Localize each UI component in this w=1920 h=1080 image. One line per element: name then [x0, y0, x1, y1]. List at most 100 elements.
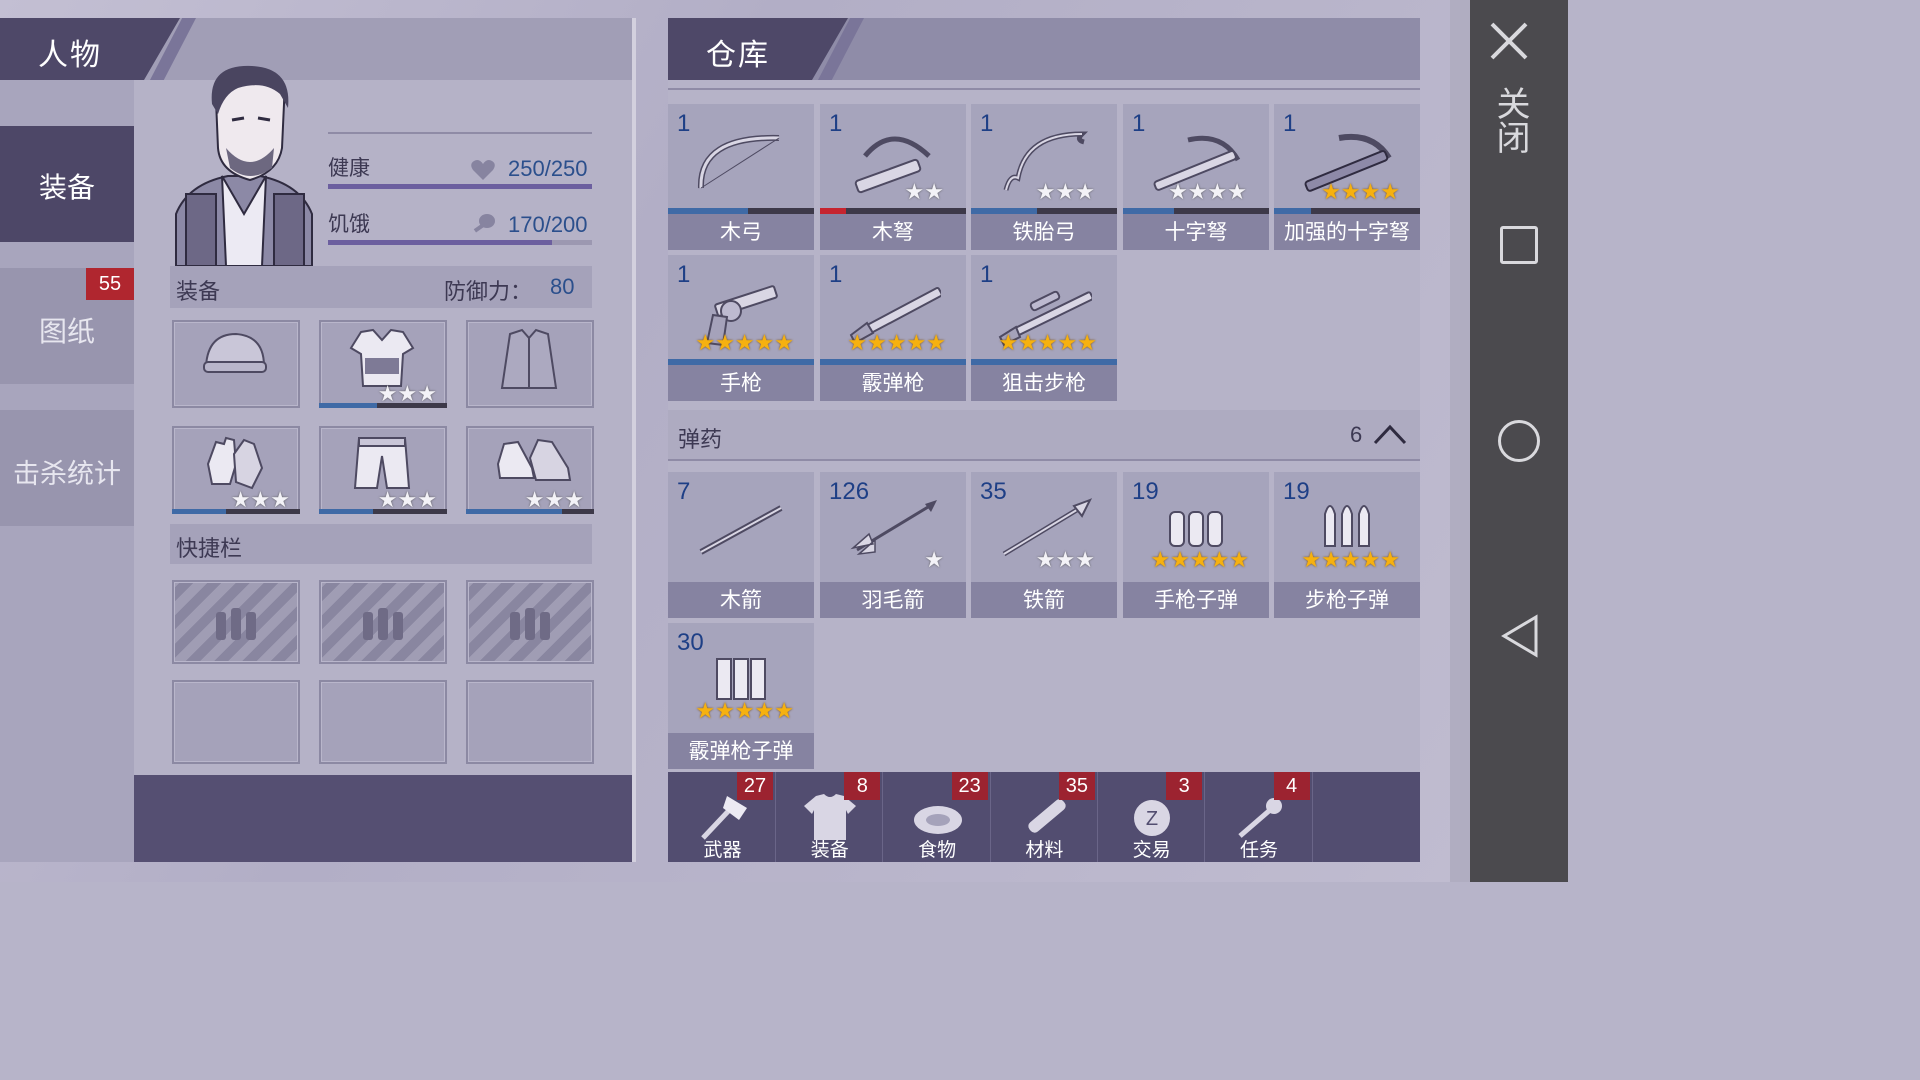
storage_panel.weapons-item[interactable]: 1 ★ ★ 木弩 [820, 104, 966, 250]
star-icon: ★ [1075, 180, 1095, 205]
star-icon: ★ [754, 699, 775, 724]
stats-divider [328, 132, 592, 134]
star-rating: ★ ★ ★ ★ ★ [847, 333, 946, 355]
category-badge: 27 [737, 772, 773, 800]
character-portrait [168, 64, 320, 267]
equipment-slot[interactable] [172, 320, 300, 408]
category-label: 装备 [810, 839, 849, 861]
quickbar-slot[interactable] [466, 680, 594, 764]
star-icon: ★ [1321, 548, 1341, 573]
ammo-header[interactable] [668, 410, 1420, 460]
star-icon: ★ [695, 331, 716, 356]
storage_panel.ammo-item[interactable]: 30 ★ ★ ★ ★ ★ 霰弹枪子弹 [668, 623, 814, 769]
storage_panel.weapons-item[interactable]: 1 木弓 [668, 104, 814, 250]
star-icon: ★ [1380, 548, 1400, 573]
side-tab-kill-stats[interactable]: 击杀统计 [0, 410, 134, 526]
category-tab[interactable]: 35 材料 [991, 772, 1098, 862]
storage-divider [668, 88, 1420, 90]
jacket-icon [494, 328, 564, 398]
home-icon[interactable] [1498, 420, 1540, 462]
storage_panel.weapons-item[interactable]: 1 ★ ★ ★ ★ ★ 狙击步枪 [971, 255, 1117, 401]
star-icon: ★ [926, 331, 946, 356]
star-icon: ★ [1035, 548, 1056, 573]
heart-icon [470, 158, 496, 182]
star-icon: ★ [1301, 548, 1322, 573]
recent-apps-icon[interactable] [1500, 226, 1538, 264]
category-tab[interactable]: 23 食物 [884, 772, 991, 862]
star-icon: ★ [1035, 180, 1056, 205]
star-icon: ★ [1189, 548, 1210, 573]
durability-bar-fill [466, 509, 562, 514]
storage_panel.weapons-item[interactable]: 1 ★ ★ ★ 铁胎弓 [971, 104, 1117, 250]
equipment-slot[interactable]: ★ ★ ★ [319, 320, 447, 408]
star-icon: ★ [1229, 548, 1249, 573]
equipment-slot[interactable]: ★ ★ ★ [319, 426, 447, 514]
storage_panel.ammo-item[interactable]: 19 ★ ★ ★ ★ ★ 步枪子弹 [1274, 472, 1420, 618]
star-rating: ★ ★ ★ ★ [1321, 182, 1400, 204]
storage_panel.weapons-item[interactable]: 1 ★ ★ ★ ★ 十字弩 [1123, 104, 1269, 250]
item-count: 1 [980, 110, 994, 137]
star-icon: ★ [1077, 331, 1097, 356]
chevron-up-icon[interactable] [1372, 422, 1408, 446]
character-title: 人物 [38, 38, 102, 73]
defense-label: 防御力： [444, 280, 533, 305]
storage_panel.ammo-item[interactable]: 126 ★ 羽毛箭 [820, 472, 966, 618]
category-tab[interactable]: 27 武器 [670, 772, 776, 862]
item-name: 羽毛箭 [820, 582, 966, 618]
category-tab[interactable]: 8 装备 [777, 772, 884, 862]
equipment-slot[interactable]: ★ ★ ★ [172, 426, 300, 514]
star-icon: ★ [924, 548, 944, 573]
category-label: 食物 [918, 839, 957, 861]
star-icon: ★ [1207, 180, 1228, 205]
star-icon: ★ [1227, 180, 1247, 205]
blueprints-badge: 55 [86, 268, 134, 300]
close-icon[interactable] [1488, 20, 1530, 62]
equipment-slot[interactable]: ★ ★ ★ [466, 426, 594, 514]
star-icon: ★ [754, 331, 775, 356]
close-label[interactable]: 关闭 [1490, 86, 1530, 154]
ammo-header-label: 弹药 [678, 428, 723, 453]
storage_panel.ammo-item[interactable]: 19 ★ ★ ★ ★ ★ 手枪子弹 [1123, 472, 1269, 618]
star-icon: ★ [1360, 548, 1381, 573]
star-icon: ★ [924, 180, 944, 205]
storage_panel.weapons-item[interactable]: 1 ★ ★ ★ ★ ★ 霰弹枪 [820, 255, 966, 401]
star-icon: ★ [1075, 548, 1095, 573]
category-label: 材料 [1025, 839, 1064, 861]
item-count: 1 [677, 261, 691, 288]
side-tab-equipment[interactable]: 装备 [0, 126, 134, 242]
item-name: 木弓 [668, 214, 814, 250]
quickbar-slot[interactable] [319, 680, 447, 764]
star-icon: ★ [1150, 548, 1171, 573]
item-name: 木箭 [668, 582, 814, 618]
quickbar-slot[interactable] [172, 680, 300, 764]
svg-text:Z: Z [1146, 808, 1158, 830]
star-icon: ★ [1380, 180, 1400, 205]
category-tab[interactable]: Z 3 交易 [1099, 772, 1206, 862]
star-rating: ★ [924, 550, 944, 572]
star-icon: ★ [1037, 331, 1058, 356]
star-rating: ★ ★ ★ ★ ★ [998, 333, 1097, 355]
star-icon: ★ [867, 331, 887, 356]
star-rating: ★ ★ ★ ★ [1168, 182, 1247, 204]
storage_panel.ammo-item[interactable]: 7 木箭 [668, 472, 814, 618]
star-icon: ★ [734, 699, 755, 724]
storage_panel.ammo-item[interactable]: 35 ★ ★ ★ 铁箭 [971, 472, 1117, 618]
item-count: 7 [677, 478, 691, 505]
star-icon: ★ [774, 331, 794, 356]
star-icon: ★ [1168, 180, 1188, 205]
star-rating: ★ ★ [905, 182, 944, 204]
beanie-icon [200, 328, 270, 382]
ammo-divider [668, 459, 1420, 461]
item-name: 十字弩 [1123, 214, 1269, 250]
storage_panel.weapons-item[interactable]: 1 ★ ★ ★ ★ ★ 手枪 [668, 255, 814, 401]
storage_panel.weapons-item[interactable]: 1 ★ ★ ★ ★ 加强的十字弩 [1274, 104, 1420, 250]
bullets-icon [214, 602, 258, 642]
star-rating: ★ ★ ★ ★ ★ [1150, 550, 1249, 572]
item-count: 1 [829, 110, 843, 137]
category-tab[interactable]: 4 任务 [1206, 772, 1313, 862]
star-icon: ★ [1187, 180, 1208, 205]
star-icon: ★ [1340, 180, 1361, 205]
equipment-slot[interactable] [466, 320, 594, 408]
back-icon[interactable] [1500, 614, 1540, 658]
hunger-bar [328, 240, 592, 245]
